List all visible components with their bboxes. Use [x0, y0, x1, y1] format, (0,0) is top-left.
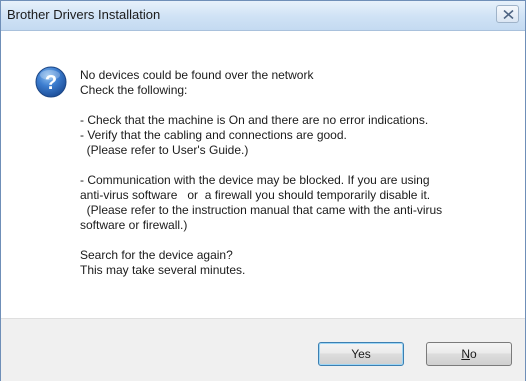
svg-text:?: ?	[45, 72, 57, 94]
message-line: This may take several minutes.	[80, 263, 246, 277]
message-line: software or firewall.)	[80, 218, 188, 232]
button-bar: Yes No	[1, 318, 525, 381]
message-line: anti-virus software or a firewall you sh…	[80, 188, 431, 202]
close-x-icon	[503, 10, 514, 19]
message-line: (Please refer to User's Guide.)	[80, 143, 249, 157]
dialog-content: ? No devices could be found over the net…	[1, 31, 525, 318]
message-line: Check the following:	[80, 83, 188, 97]
message-line: Search for the device again?	[80, 248, 233, 262]
message-line: (Please refer to the instruction manual …	[80, 203, 443, 217]
message-line: - Check that the machine is On and there…	[80, 113, 429, 127]
message-text: No devices could be found over the netwo…	[80, 68, 510, 278]
no-button[interactable]: No	[426, 342, 512, 366]
yes-button[interactable]: Yes	[318, 342, 404, 366]
message-line: - Communication with the device may be b…	[80, 173, 430, 187]
message-line: - Verify that the cabling and connection…	[80, 128, 347, 142]
no-accelerator: N	[461, 347, 470, 361]
title-bar[interactable]: Brother Drivers Installation	[1, 1, 525, 31]
no-label-rest: o	[469, 347, 477, 361]
dialog-window: Brother Drivers Installation ? No device…	[0, 0, 526, 381]
close-button[interactable]	[496, 5, 519, 23]
message-line: No devices could be found over the netwo…	[80, 68, 314, 82]
window-title: Brother Drivers Installation	[7, 7, 161, 22]
question-icon: ?	[35, 66, 67, 98]
